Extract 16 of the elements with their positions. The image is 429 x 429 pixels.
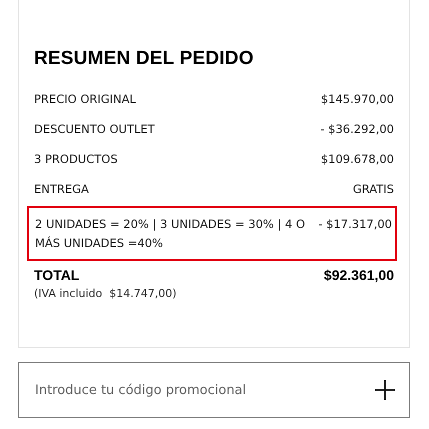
promotion-discount: - $17.317,00 bbox=[318, 216, 392, 233]
promotion-text: 2 UNIDADES = 20% | 3 UNIDADES = 30% | 4 O MÁS UNIDADES =40% bbox=[35, 216, 306, 252]
total-label: TOTAL bbox=[34, 267, 80, 283]
tax-note: (IVA incluido $14.747,00) bbox=[34, 287, 178, 300]
row-value: - $36.292,00 bbox=[320, 122, 394, 136]
row-label: PRECIO ORIGINAL bbox=[34, 92, 136, 106]
row-label: ENTREGA bbox=[34, 182, 89, 196]
promo-code-field[interactable]: Introduce tu código promocional bbox=[18, 362, 410, 418]
summary-title: RESUMEN DEL PEDIDO bbox=[34, 48, 255, 70]
row-value: $109.678,00 bbox=[320, 152, 394, 166]
plus-icon[interactable] bbox=[375, 380, 395, 400]
total-value: $92.361,00 bbox=[324, 267, 394, 283]
row-value: GRATIS bbox=[352, 182, 394, 196]
row-label: 3 PRODUCTOS bbox=[34, 152, 118, 166]
row-value: $145.970,00 bbox=[320, 92, 394, 106]
row-label: DESCUENTO OUTLET bbox=[34, 122, 155, 136]
